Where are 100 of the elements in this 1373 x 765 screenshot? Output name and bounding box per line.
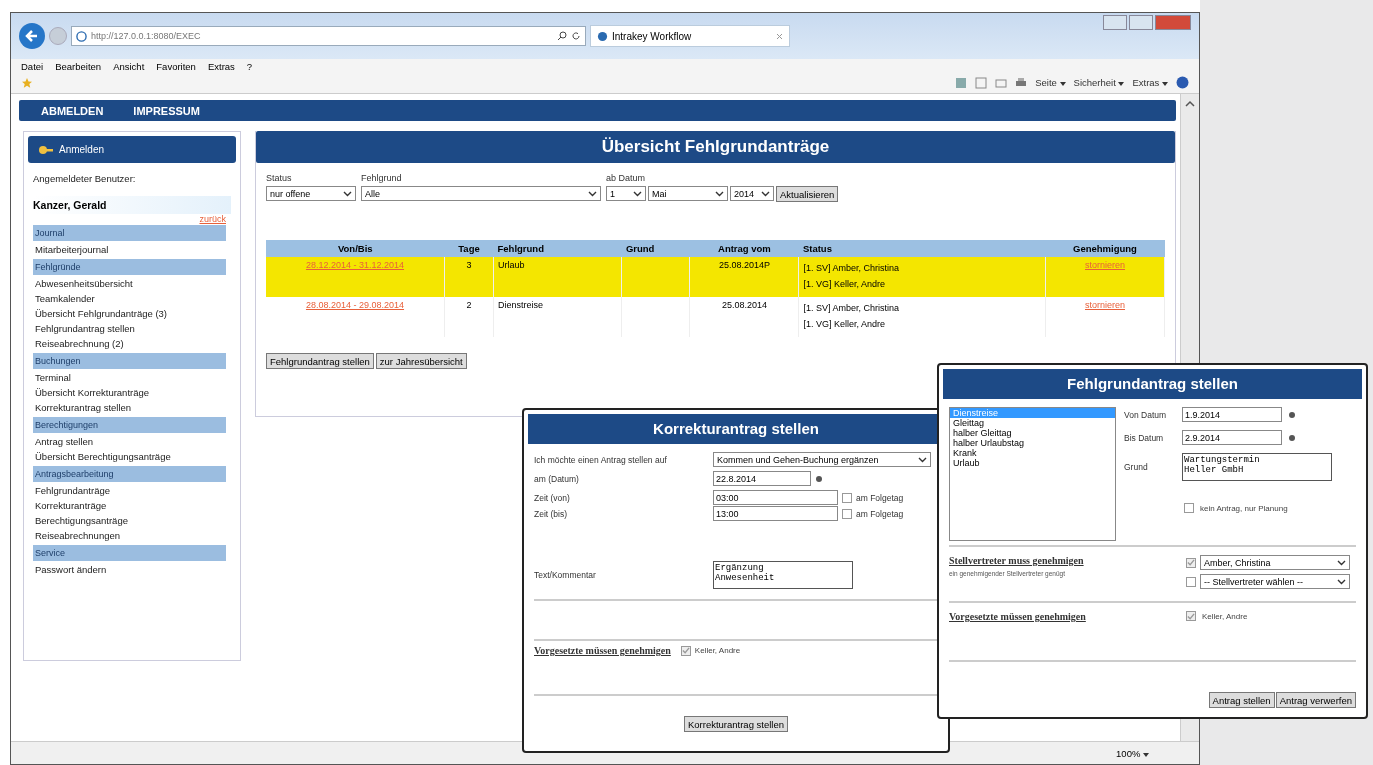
filter-label: ab Datum xyxy=(606,173,647,183)
dialog-button[interactable]: Antrag stellen xyxy=(1208,692,1275,708)
sidebar-item[interactable]: Fehlgrundantrag stellen xyxy=(35,323,236,335)
date-field[interactable]: 22.8.2014 xyxy=(713,471,811,486)
list-option[interactable]: halber Urlaubstag xyxy=(950,438,1115,448)
section-header: Journal xyxy=(33,225,226,241)
status-line: [1. VG] Keller, Andre xyxy=(803,318,886,331)
command-menu[interactable]: Extras xyxy=(1132,77,1168,88)
column-header: Genehmigung xyxy=(1045,240,1165,257)
back-button[interactable] xyxy=(19,23,45,49)
print-icon[interactable] xyxy=(1015,76,1028,89)
menu-item[interactable]: Favoriten xyxy=(156,61,196,72)
close-icon[interactable] xyxy=(776,32,783,40)
sidebar-item[interactable]: Reiseabrechnungen xyxy=(35,530,236,542)
search-icon xyxy=(557,31,567,41)
sidebar-item[interactable]: Antrag stellen xyxy=(35,436,236,448)
reason-listbox[interactable]: Dienstreise Gleittag halber Gleittag halber Urlaubstag Krank Urlaub xyxy=(949,407,1116,541)
filter-dropdown[interactable]: Alle xyxy=(361,186,601,201)
field-label: Von Datum xyxy=(1124,409,1168,420)
scroll-up-icon[interactable] xyxy=(1185,100,1195,107)
caret-icon xyxy=(633,190,642,197)
menu-item[interactable]: Datei xyxy=(21,61,44,72)
sidebar-item[interactable]: Teamkalender xyxy=(35,293,236,305)
period-link[interactable]: 28.08.2014 - 29.08.2014 xyxy=(305,300,405,310)
menu-item[interactable]: Ansicht xyxy=(113,61,145,72)
refresh-button[interactable]: Aktualisieren xyxy=(776,186,839,202)
refresh-icon xyxy=(571,31,581,41)
checkbox[interactable] xyxy=(1186,611,1196,621)
sidebar-item[interactable]: Korrekturanträge xyxy=(35,500,236,512)
column-header: Antrag vom xyxy=(689,240,799,257)
favorites-star-icon[interactable] xyxy=(21,76,33,89)
comment-field[interactable]: Ergänzung Anwesenheit xyxy=(713,561,853,589)
caret-icon xyxy=(1337,578,1346,585)
page-icon[interactable] xyxy=(975,76,988,89)
action-button[interactable]: Fehlgrundantrag stellen xyxy=(266,353,374,369)
menu-item[interactable]: Bearbeiten xyxy=(55,61,102,72)
checkbox[interactable] xyxy=(1186,576,1196,587)
time-field[interactable]: 13:00 xyxy=(713,506,838,521)
sidebar-item[interactable]: Abwesenheitsübersicht xyxy=(35,278,236,290)
zoom-level[interactable]: 100% xyxy=(1116,747,1149,759)
list-option[interactable]: halber Gleittag xyxy=(950,428,1115,438)
sidebar-item[interactable]: Fehlgrundanträge xyxy=(35,485,236,497)
status-line: [1. VG] Keller, Andre xyxy=(803,278,886,291)
sidebar-item[interactable]: Übersicht Fehlgrundanträge (3) xyxy=(35,308,236,320)
section-header: Fehlgründe xyxy=(33,259,226,275)
menu-item[interactable]: Extras xyxy=(207,61,235,72)
sidebar-item[interactable]: Mitarbeiterjournal xyxy=(35,244,236,256)
table-row[interactable]: 28.08.2014 - 29.08.2014 2 Dienstreise 25.08.2014 [1. SV] Amber, Christina [1. VG] Keller, Andre stornieren xyxy=(266,297,1165,337)
back-link[interactable]: zurück xyxy=(199,214,226,224)
field-label: am (Datum) xyxy=(534,473,580,484)
sidebar-item[interactable]: Reiseabrechnung (2) xyxy=(35,338,236,350)
deputy-dropdown[interactable]: Amber, Christina xyxy=(1200,555,1350,570)
reason-field[interactable]: Wartungstermin Heller GmbH xyxy=(1182,453,1332,481)
back-arrow-icon xyxy=(24,28,40,44)
sidebar-item[interactable]: Korrekturantrag stellen xyxy=(35,402,236,414)
deputy-dropdown[interactable]: -- Stellvertreter wählen -- xyxy=(1200,574,1350,589)
minimize-button[interactable] xyxy=(1103,15,1127,30)
date-field[interactable]: 2.9.2014 xyxy=(1182,430,1282,445)
checkbox[interactable] xyxy=(842,508,852,519)
filter-dropdown[interactable]: nur offene xyxy=(266,186,356,201)
nav-link[interactable]: IMPRESSUM xyxy=(133,104,200,117)
command-menu[interactable]: Seite xyxy=(1035,77,1066,88)
browser-tab[interactable]: Intrakey Workflow xyxy=(590,25,790,47)
menu-item[interactable]: ? xyxy=(246,61,253,72)
command-menu[interactable]: Sicherheit xyxy=(1073,77,1125,88)
date-dropdown[interactable]: Mai xyxy=(648,186,728,201)
cancel-link[interactable]: stornieren xyxy=(1085,300,1125,310)
table-cell: 25.08.2014 xyxy=(721,300,767,310)
sidebar-item[interactable]: Terminal xyxy=(35,372,236,384)
sidebar-item[interactable]: Passwort ändern xyxy=(35,564,236,576)
field-label: Zeit (von) xyxy=(534,492,571,503)
caret-icon xyxy=(761,190,770,197)
sidebar-item[interactable]: Übersicht Korrekturanträge xyxy=(35,387,236,399)
column-header: Von/Bis xyxy=(266,240,445,257)
date-field[interactable]: 1.9.2014 xyxy=(1182,407,1282,422)
sidebar-item[interactable]: Berechtigungsanträge xyxy=(35,515,236,527)
date-dropdown[interactable]: 2014 xyxy=(730,186,774,201)
checkbox[interactable] xyxy=(1186,557,1196,568)
forward-button[interactable] xyxy=(49,27,67,45)
list-option[interactable]: Krank xyxy=(950,448,1115,458)
list-option[interactable]: Gleittag xyxy=(950,418,1115,428)
login-header[interactable]: Anmelden xyxy=(28,136,236,163)
sidebar-item[interactable]: Übersicht Berechtigungsanträge xyxy=(35,451,236,463)
submit-button[interactable]: Korrekturantrag stellen xyxy=(683,716,789,732)
nav-link[interactable]: ABMELDEN xyxy=(41,104,104,117)
request-type-dropdown[interactable]: Kommen und Gehen-Buchung ergänzen xyxy=(713,452,931,467)
action-button[interactable]: zur Jahresübersicht xyxy=(375,353,467,369)
address-bar[interactable]: http://127.0.0.1:8080/EXEC xyxy=(71,26,586,46)
date-dropdown[interactable]: 1 xyxy=(606,186,646,201)
checkbox[interactable] xyxy=(680,645,691,656)
checkbox[interactable] xyxy=(1184,503,1194,513)
section-header: Berechtigungen xyxy=(33,417,226,433)
filter-label: Status xyxy=(266,173,293,183)
checkbox[interactable] xyxy=(842,492,852,503)
maximize-button[interactable] xyxy=(1129,15,1153,30)
list-option[interactable]: Urlaub xyxy=(950,458,1115,468)
caret-icon xyxy=(1337,559,1346,566)
time-field[interactable]: 03:00 xyxy=(713,490,838,505)
column-header: Fehlgrund xyxy=(493,240,622,257)
dialog-button[interactable]: Antrag verwerfen xyxy=(1275,692,1356,708)
